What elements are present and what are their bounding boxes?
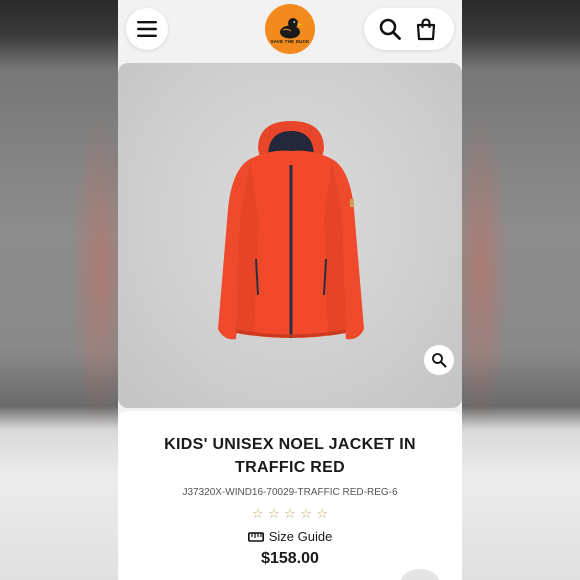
duck-logo-icon: [280, 17, 303, 38]
site-header: SAVE THE DUCK: [118, 0, 462, 62]
search-button[interactable]: [378, 17, 402, 41]
scroll-to-top-button[interactable]: [400, 569, 440, 580]
zoom-button[interactable]: [424, 345, 454, 375]
star-icon: ☆: [316, 507, 328, 522]
logo-text: SAVE THE DUCK: [270, 38, 310, 44]
size-guide-label: Size Guide: [268, 529, 333, 544]
blurred-backdrop-right: [450, 0, 580, 580]
product-page: SAVE THE DUCK KIDS' UNISEX NOEL JACKET I…: [118, 0, 462, 580]
product-info: KIDS' UNISEX NOEL JACKET IN TRAFFIC RED …: [118, 411, 462, 580]
zoom-magnifier-icon: [432, 353, 447, 368]
shopping-bag-icon: [416, 18, 436, 41]
cart-button[interactable]: [414, 17, 438, 41]
menu-button[interactable]: [126, 8, 168, 50]
brand-logo[interactable]: SAVE THE DUCK: [265, 4, 315, 54]
size-guide-link[interactable]: Size Guide: [118, 529, 462, 544]
header-actions: [364, 8, 454, 50]
ruler-icon: [247, 531, 264, 542]
orange-jacket-image: [218, 121, 364, 340]
hamburger-menu-icon: [137, 21, 157, 37]
blurred-backdrop-left: [0, 0, 130, 580]
star-icon: ☆: [284, 507, 296, 522]
product-sku: J37320X-WIND16-70029-TRAFFIC RED-REG-6: [182, 487, 398, 498]
rating-stars[interactable]: ☆ ☆ ☆ ☆ ☆: [252, 508, 328, 522]
star-icon: ☆: [300, 507, 312, 522]
star-icon: ☆: [268, 507, 280, 522]
star-icon: ☆: [252, 507, 264, 522]
product-title: KIDS' UNISEX NOEL JACKET IN TRAFFIC RED: [164, 436, 416, 476]
product-image[interactable]: [118, 63, 462, 408]
product-price: $158.00: [261, 550, 319, 567]
search-icon: [379, 18, 401, 40]
